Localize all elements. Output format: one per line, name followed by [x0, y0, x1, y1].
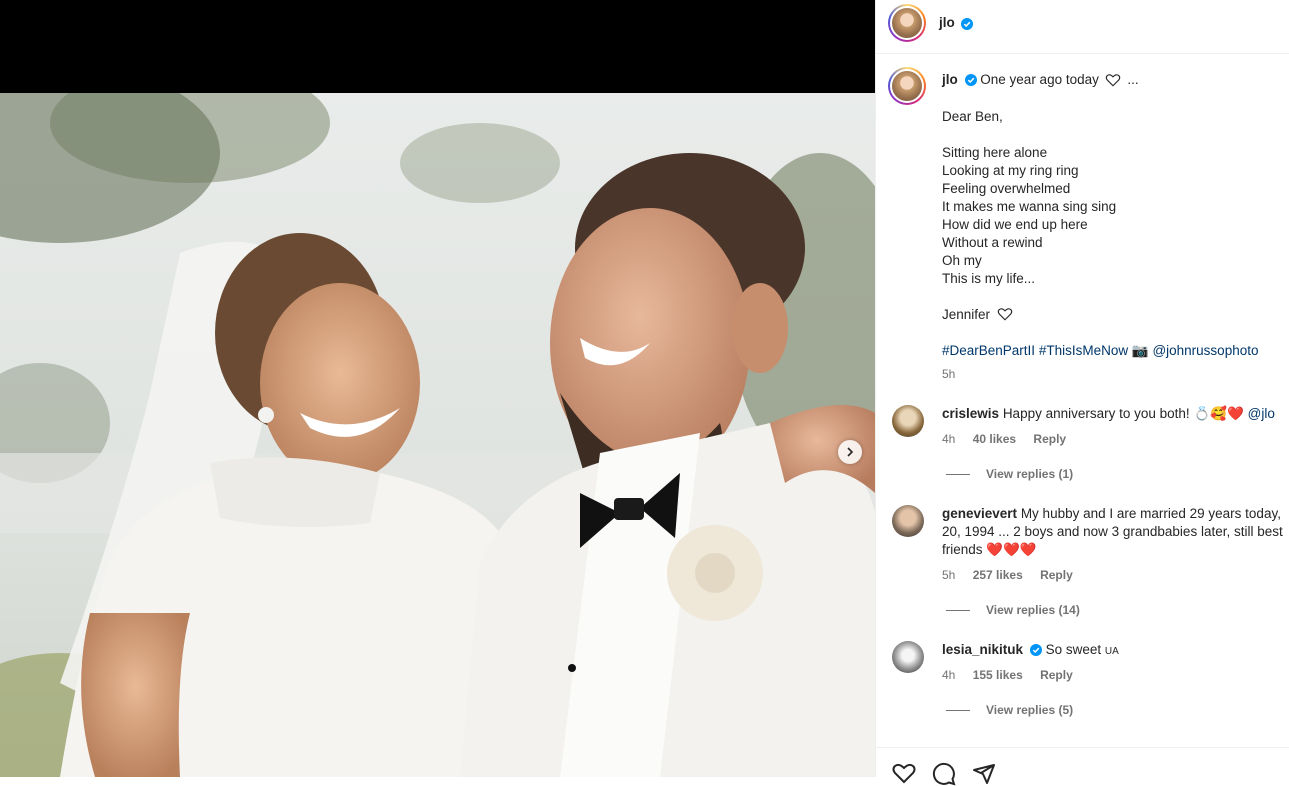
chevron-right-icon: [847, 447, 854, 457]
caption-line: How did we end up here: [942, 217, 1088, 232]
author-avatar[interactable]: [888, 4, 926, 42]
caption-time[interactable]: 5h: [942, 367, 955, 381]
mention-link[interactable]: @jlo: [1248, 406, 1275, 421]
comment-meta: 5h 257 likes Reply: [942, 568, 1087, 582]
mention-link[interactable]: @johnrussophoto: [1152, 343, 1258, 358]
view-replies-label: View replies (5): [986, 703, 1074, 717]
comment-likes[interactable]: 257 likes: [973, 568, 1023, 582]
caption-heading: One year ago today: [980, 72, 1099, 87]
caption-ellipsis: ...: [1127, 72, 1139, 87]
caption-line: [942, 288, 1272, 306]
post-media: [0, 0, 875, 777]
verified-badge-icon: [1029, 644, 1042, 657]
heart-outline-icon: [1105, 74, 1120, 87]
caption-username[interactable]: jlo: [942, 72, 958, 87]
camera-emoji: 📷: [1131, 343, 1149, 358]
caption-heading-row: jlo One year ago today ...: [942, 72, 1139, 87]
view-replies-button[interactable]: View replies (1): [946, 467, 1073, 481]
header-username[interactable]: jlo: [939, 15, 955, 30]
commenter-username[interactable]: genevievert: [942, 506, 1017, 521]
post-actions: [892, 762, 996, 786]
caption-line: Looking at my ring ring: [942, 163, 1079, 178]
heart-icon[interactable]: [892, 762, 916, 784]
comment-emojis: ❤️❤️❤️: [986, 542, 1037, 557]
verified-badge-icon: [964, 74, 977, 87]
share-icon[interactable]: [972, 762, 996, 786]
reply-button[interactable]: Reply: [1040, 568, 1073, 582]
comment-likes[interactable]: 40 likes: [973, 432, 1016, 446]
comment-text: genevievert My hubby and I are married 2…: [942, 505, 1288, 559]
caption-line: Sitting here alone: [942, 145, 1048, 160]
caption-line: Feeling overwhelmed: [942, 181, 1071, 196]
comment-text: lesia_nikituk So sweet UA: [942, 641, 1289, 661]
view-replies-label: View replies (1): [986, 467, 1074, 481]
comment-likes[interactable]: 155 likes: [973, 668, 1023, 682]
header-author: jlo: [939, 15, 974, 30]
replies-divider: [946, 609, 970, 611]
caption-line: It makes me wanna sing sing: [942, 199, 1117, 214]
verified-badge-icon: [961, 17, 974, 30]
comment-emojis: 💍🥰❤️: [1193, 406, 1244, 421]
view-replies-button[interactable]: View replies (14): [946, 603, 1080, 617]
commenter-avatar[interactable]: [892, 505, 924, 537]
view-replies-label: View replies (14): [986, 603, 1080, 617]
heart-outline-icon: [997, 308, 1013, 321]
caption-tags: #DearBenPartII #ThisIsMeNow 📷 @johnrusso…: [942, 342, 1272, 360]
comment-text: crislewis Happy anniversary to you both!…: [942, 405, 1289, 423]
post-header: jlo: [876, 0, 1289, 54]
caption-line: [942, 126, 1272, 144]
replies-divider: [946, 473, 970, 475]
replies-divider: [946, 709, 970, 711]
comments-scroll-edge: [876, 744, 1289, 748]
comment-time[interactable]: 4h: [942, 432, 955, 446]
caption-avatar[interactable]: [888, 67, 926, 105]
comment-emojis: UA: [1104, 646, 1119, 657]
caption-line: This is my life...: [942, 271, 1036, 286]
commenter-username[interactable]: crislewis: [942, 406, 999, 421]
comment-message: So sweet: [1045, 642, 1102, 657]
comment-icon[interactable]: [932, 762, 956, 786]
view-replies-button[interactable]: View replies (5): [946, 703, 1073, 717]
hashtag-link[interactable]: #ThisIsMeNow: [1039, 343, 1128, 358]
caption-body: Dear Ben, Sitting here alone Looking at …: [942, 108, 1272, 360]
reply-button[interactable]: Reply: [1033, 432, 1066, 446]
hashtag-link[interactable]: #DearBenPartII: [942, 343, 1035, 358]
comment-message: Happy anniversary to you both!: [1002, 406, 1190, 421]
comment-time[interactable]: 4h: [942, 668, 955, 682]
post-side-panel: jlo jlo One year ago today ... Dear Ben,…: [875, 0, 1289, 786]
commenter-avatar[interactable]: [892, 641, 924, 673]
comment-time[interactable]: 5h: [942, 568, 955, 582]
caption-line: Oh my: [942, 253, 982, 268]
reply-button[interactable]: Reply: [1040, 668, 1073, 682]
commenter-avatar[interactable]: [892, 405, 924, 437]
caption-line: Dear Ben,: [942, 109, 1003, 124]
wedding-photo: [0, 93, 875, 777]
next-slide-button[interactable]: [838, 440, 862, 464]
commenter-username[interactable]: lesia_nikituk: [942, 642, 1023, 657]
caption-line: Without a rewind: [942, 235, 1043, 250]
comment-meta: 4h 40 likes Reply: [942, 432, 1080, 446]
comment-meta: 4h 155 likes Reply: [942, 668, 1087, 682]
caption-signoff: Jennifer: [942, 306, 1272, 324]
